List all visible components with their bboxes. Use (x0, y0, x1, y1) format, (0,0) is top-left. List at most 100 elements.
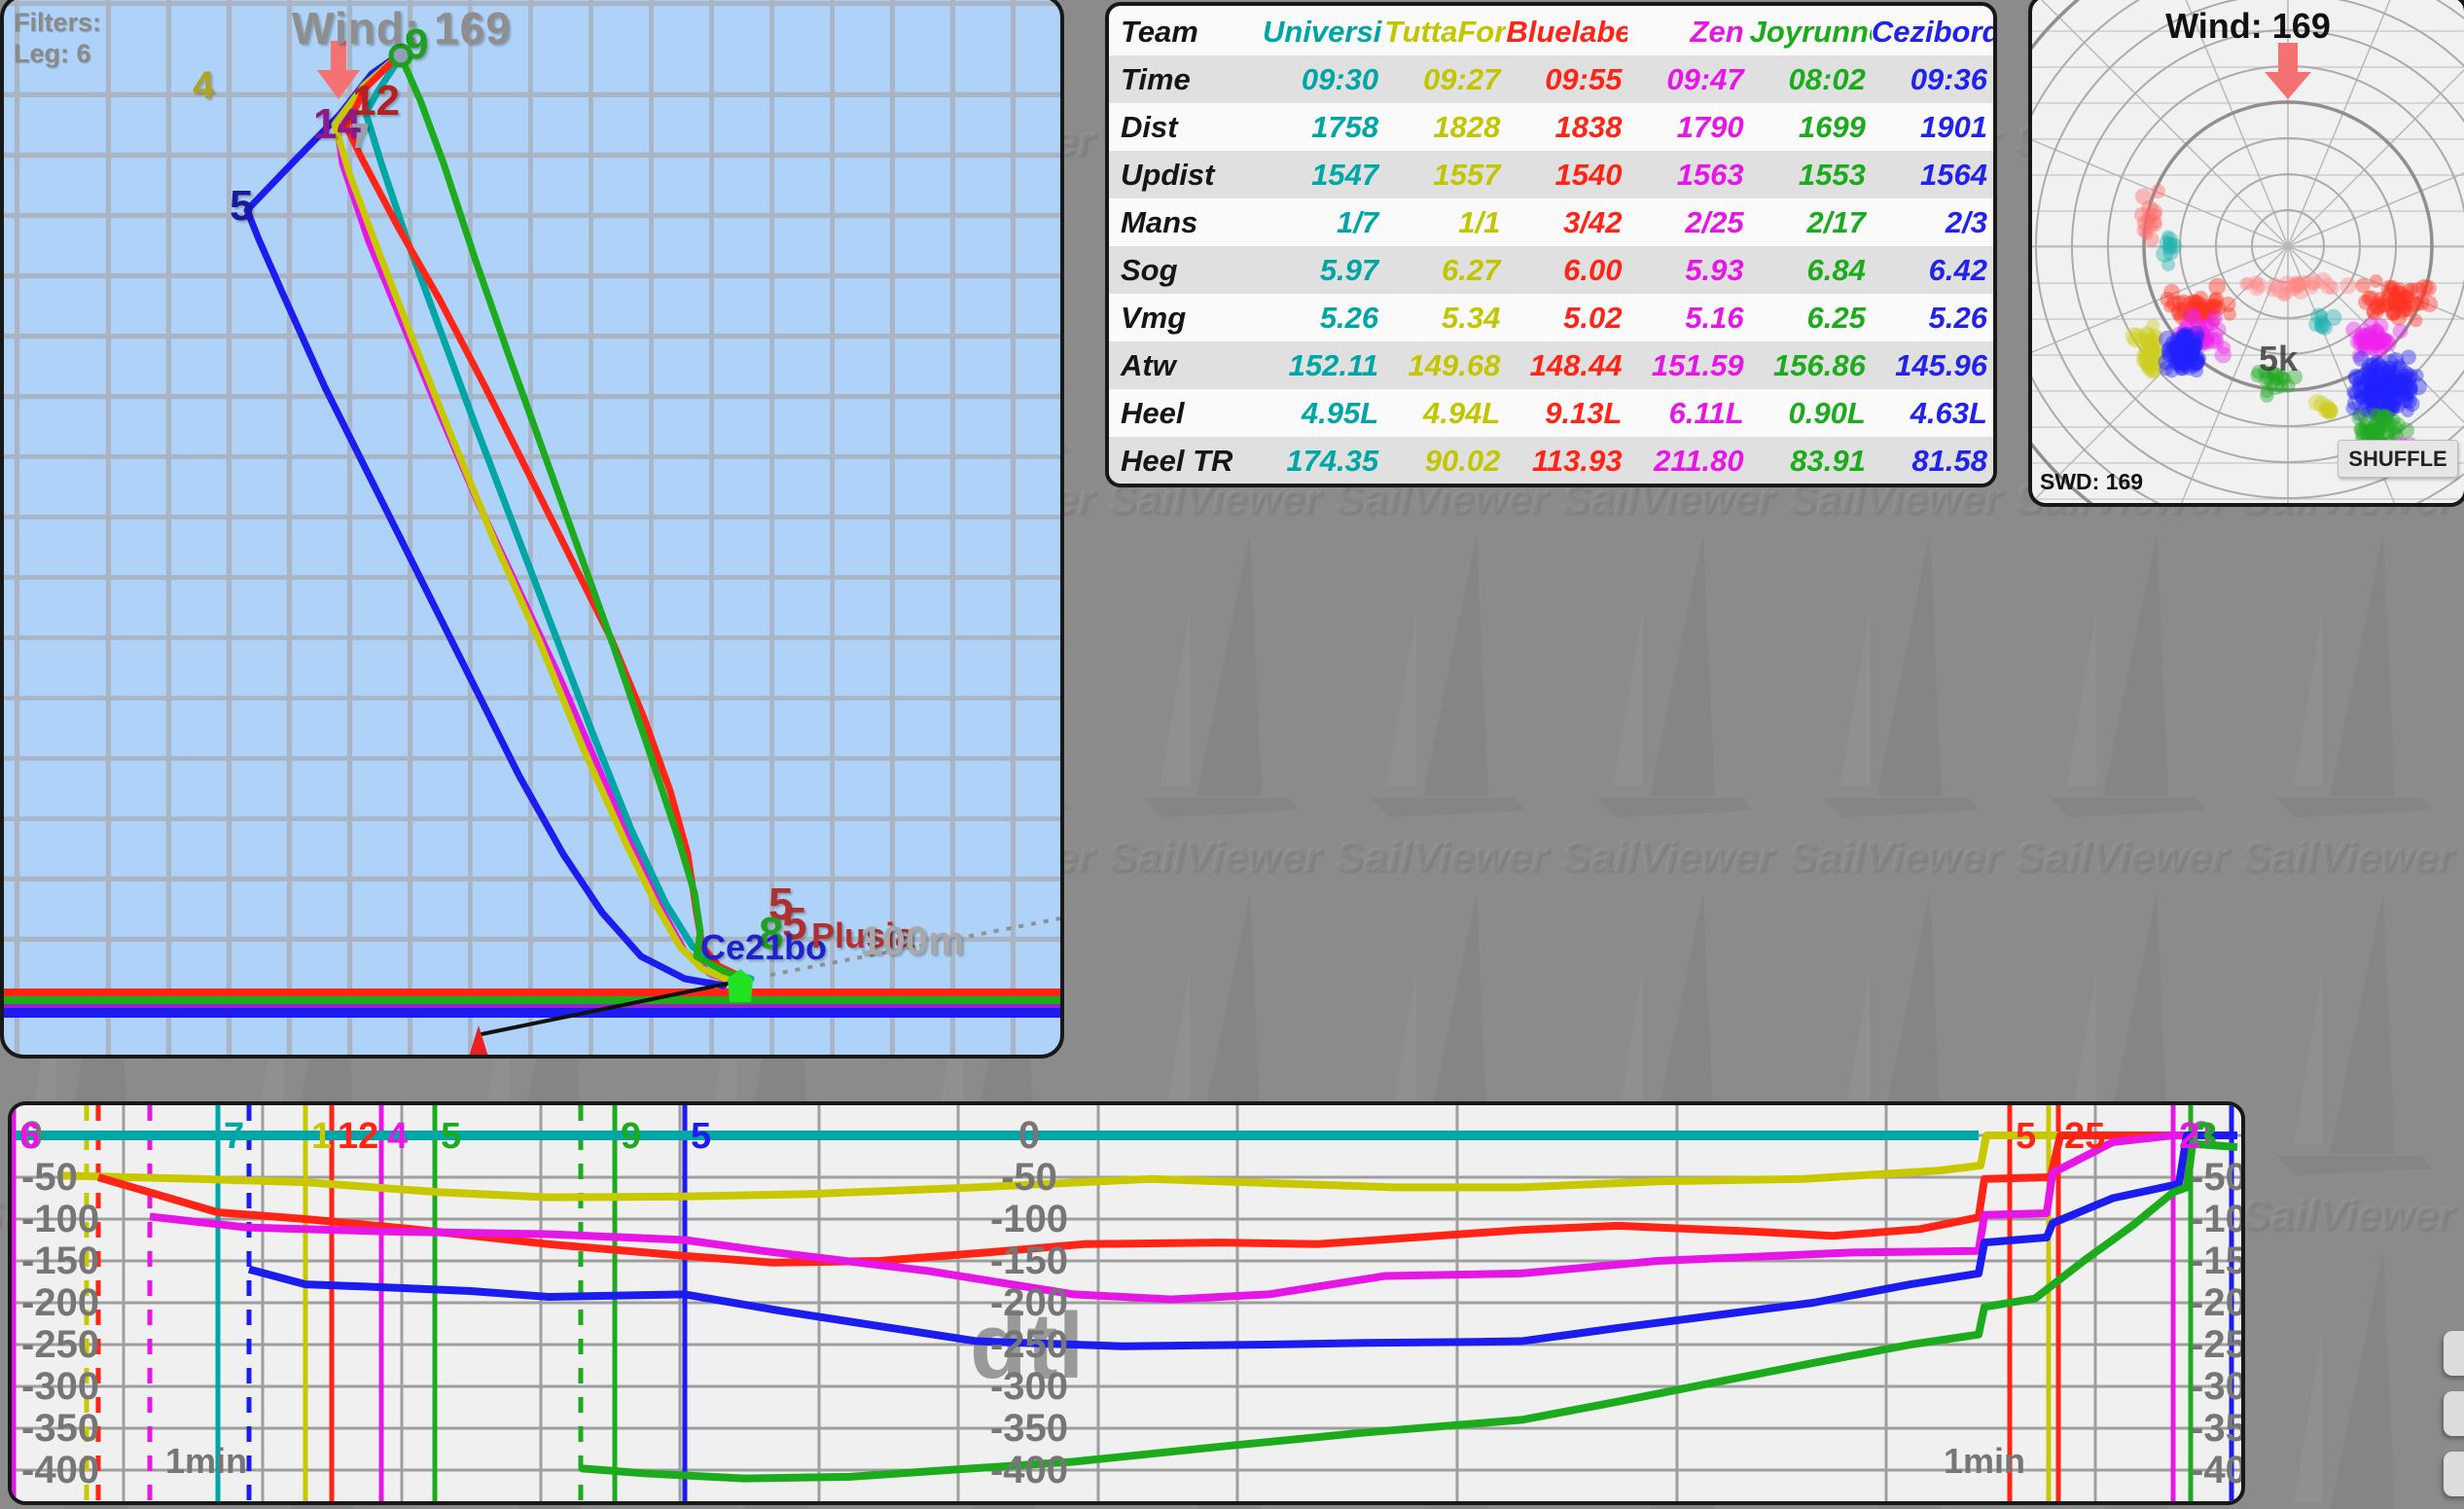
chart-ytick-label: -350 (990, 1407, 1068, 1450)
chart-ytick-label: -200 (21, 1281, 99, 1324)
table-cell: 2/25 (1627, 198, 1749, 246)
table-row-label: Dist (1109, 103, 1263, 151)
table-cell: 1828 (1384, 103, 1506, 151)
polar-plot-panel[interactable]: 5k Wind: 169 SWD: 169 SHUFFLE (2028, 0, 2464, 507)
watermark-tile: SailViewer (1104, 475, 1331, 833)
chart-ytick-label: -300 (990, 1365, 1068, 1408)
table-cell: 1758 (1263, 103, 1384, 151)
leg-label: Leg: 6 (14, 41, 91, 67)
shuffle-button[interactable]: SHUFFLE (2338, 440, 2458, 478)
polar-wind-label: Wind: 169 (2032, 6, 2464, 47)
map-number-label: 5 (230, 185, 253, 228)
table-cell: 2/17 (1750, 198, 1872, 246)
table-cell: 09:27 (1384, 55, 1506, 103)
watermark-text: SailViewer (2241, 833, 2454, 881)
table-header-Cezibord: Cezibord (1872, 8, 1993, 55)
table-cell: 6.25 (1750, 294, 1872, 341)
table-cell: 1/7 (1263, 198, 1384, 246)
map-wind-label: Wind: 169 (292, 6, 512, 51)
side-toolbar-button-2[interactable] (2444, 1391, 2464, 1436)
table-cell: 3/42 (1506, 198, 1627, 246)
table-cell: 90.02 (1384, 437, 1506, 485)
chart-ytick-label: 0 (1018, 1114, 1040, 1157)
table-row-label: Heel (1109, 389, 1263, 437)
chart-ytick-label: -250 (21, 1323, 99, 1366)
table-cell: 148.44 (1506, 341, 1627, 389)
table-cell: 1557 (1384, 151, 1506, 198)
chart-ytick-label: -300 (21, 1365, 99, 1408)
table-cell: 149.68 (1384, 341, 1506, 389)
table-cell: 5.26 (1263, 294, 1384, 341)
table-cell: 08:02 (1750, 55, 1872, 103)
table-cell: 09:30 (1263, 55, 1384, 103)
watermark-tile: SailViewer (2011, 475, 2237, 833)
chart-event-label: 4 (387, 1116, 408, 1157)
watermark-tile: SailViewer (1557, 475, 1784, 833)
side-toolbar-button-3[interactable] (2444, 1452, 2464, 1496)
chart-event-label: 25 (2064, 1116, 2105, 1157)
chart-ytick-label: -200 (990, 1281, 1068, 1324)
race-map-panel[interactable]: Filters: Leg: 6 Wind: 169 91214745558Ce2… (0, 0, 1064, 1059)
table-cell: 152.11 (1263, 341, 1384, 389)
map-number-label: 4 (193, 66, 214, 105)
delta-time-chart-panel[interactable]: dtl0-50-100-150-200-250-300-350-4000-50-… (8, 1101, 2245, 1505)
chart-ytick-label: -250 (990, 1323, 1068, 1366)
chart-ytick-label: -150 (2191, 1240, 2241, 1282)
chart-ytick-label: -100 (2191, 1198, 2241, 1240)
table-cell: 4.95L (1263, 389, 1384, 437)
watermark-text: SailViewer (1788, 833, 2001, 881)
table-row-label: Vmg (1109, 294, 1263, 341)
table-cell: 5.93 (1627, 246, 1749, 294)
table-cell: 1699 (1750, 103, 1872, 151)
watermark-tile: SailViewer (1784, 475, 2011, 833)
table-cell: 83.91 (1750, 437, 1872, 485)
table-cell: 5.02 (1506, 294, 1627, 341)
delta-time-chart-canvas: dtl0-50-100-150-200-250-300-350-4000-50-… (12, 1105, 2241, 1501)
watermark-text: SailViewer (1108, 833, 1321, 881)
table-cell: 174.35 (1263, 437, 1384, 485)
watermark-text: SailViewer (2241, 1191, 2454, 1240)
table-cell: 5.16 (1627, 294, 1749, 341)
table-header-Zen: Zen (1627, 8, 1749, 55)
table-cell: 1563 (1627, 151, 1749, 198)
table-cell: 09:36 (1872, 55, 1993, 103)
polar-speed-ring-label: 5k (2259, 339, 2299, 378)
watermark-text: SailViewer (2015, 833, 2228, 881)
map-number-label: 7 (350, 119, 370, 154)
table-row-label: Updist (1109, 151, 1263, 198)
table-cell: 6.00 (1506, 246, 1627, 294)
chart-event-label: 5 (691, 1116, 711, 1157)
filters-label: Filters: (14, 10, 101, 36)
chart-ytick-label: -400 (2191, 1449, 2241, 1491)
chart-event-label: 5 (2016, 1116, 2036, 1157)
chart-ytick-label: -50 (21, 1156, 78, 1199)
table-cell: 6.42 (1872, 246, 1993, 294)
table-cell: 4.94L (1384, 389, 1506, 437)
table-cell: 1553 (1750, 151, 1872, 198)
chart-ytick-label: -350 (21, 1407, 99, 1450)
side-toolbar-button-1[interactable] (2444, 1331, 2464, 1376)
chart-minute-scale-label: 1min (165, 1441, 247, 1481)
chart-ytick-label: -400 (990, 1449, 1068, 1491)
table-cell: 1547 (1263, 151, 1384, 198)
table-cell: 4.63L (1872, 389, 1993, 437)
table-cell: 151.59 (1627, 341, 1749, 389)
table-cell: 1790 (1627, 103, 1749, 151)
chart-ytick-label: -50 (1001, 1156, 1057, 1199)
chart-ytick-label: -100 (990, 1198, 1068, 1240)
table-cell: 09:47 (1627, 55, 1749, 103)
watermark-tile: SailViewer (2237, 833, 2464, 1191)
table-cell: 6.84 (1750, 246, 1872, 294)
team-stats-panel: TeamUniversiTuttaForBluelabeZenJoyrunneC… (1105, 2, 1997, 487)
table-row-label: Sog (1109, 246, 1263, 294)
table-cell: 156.86 (1750, 341, 1872, 389)
sailviewer-app: SailViewerSailViewerSailViewerSailViewer… (0, 0, 2464, 1509)
table-header-Bluelabe: Bluelabe (1506, 8, 1627, 55)
table-row-label: Atw (1109, 341, 1263, 389)
chart-event-label: 12 (338, 1116, 378, 1157)
race-track-canvas (4, 0, 1064, 1059)
table-header-Joyrunne: Joyrunne (1750, 8, 1872, 55)
table-row-label: Mans (1109, 198, 1263, 246)
table-cell: 1540 (1506, 151, 1627, 198)
table-cell: 6.11L (1627, 389, 1749, 437)
